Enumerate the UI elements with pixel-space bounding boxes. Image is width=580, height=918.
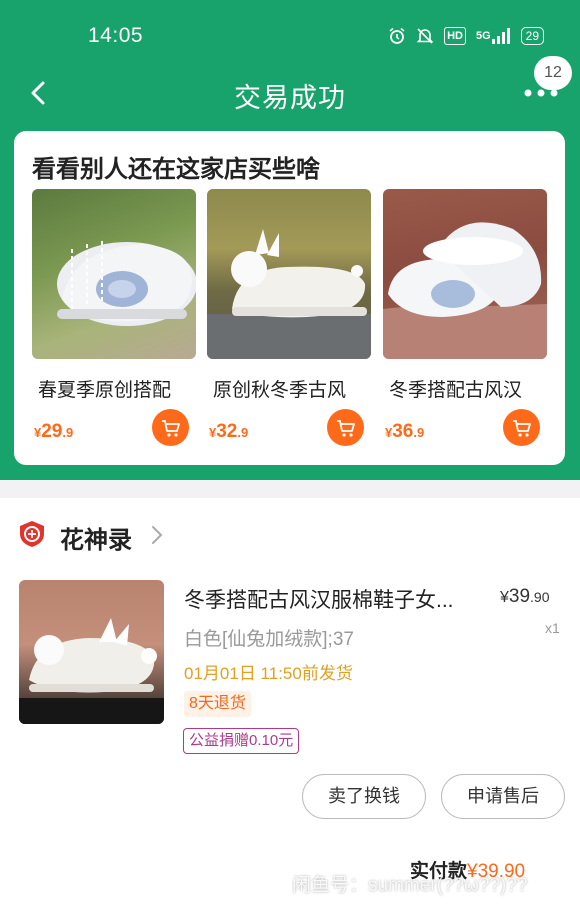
- mute-bell-icon: [416, 26, 434, 46]
- status-bar: 14:05 HD 5G 29: [0, 0, 580, 70]
- order-item-qty: x1: [545, 620, 560, 636]
- message-badge[interactable]: 12: [534, 56, 572, 90]
- status-icons: HD 5G 29: [388, 26, 544, 46]
- product-image[interactable]: [383, 189, 547, 359]
- order-item-spec: 白色[仙兔加绒款];37: [184, 629, 354, 650]
- shop-badge-icon: [19, 520, 45, 548]
- alarm-icon: [388, 26, 406, 46]
- price-int: 36: [392, 421, 414, 442]
- ship-deadline: 01月01日 11:50前发货: [184, 664, 353, 683]
- price-currency: ¥: [500, 589, 509, 606]
- signal-icon: 5G: [476, 26, 511, 46]
- nav-bar: 交易成功: [0, 64, 580, 122]
- price-dec: .9: [413, 425, 425, 440]
- charity-tag[interactable]: 公益捐赠0.10元: [183, 728, 300, 754]
- page-title: 交易成功: [234, 83, 346, 113]
- product-name: 冬季搭配古风汉: [389, 380, 523, 401]
- recommend-product[interactable]: 春夏季原创搭配 ¥29.9: [32, 189, 196, 453]
- after-sale-button[interactable]: 申请售后: [441, 774, 565, 819]
- product-name: 原创秋冬季古风: [213, 380, 347, 401]
- product-price: ¥36.9: [385, 421, 424, 443]
- price-dec: .90: [530, 589, 550, 605]
- order-card: 花神录 冬季搭配古风汉服棉鞋子女... ¥39.90 白色[仙兔加绒款];37 …: [0, 498, 580, 918]
- status-time: 14:05: [88, 24, 144, 47]
- price-int: 39: [508, 586, 531, 607]
- return-policy-tag: 8天退货: [184, 691, 251, 717]
- cart-icon: [161, 419, 180, 437]
- recommend-title: 看看别人还在这家店买些啥: [32, 156, 320, 183]
- product-price: ¥32.9: [209, 421, 248, 443]
- price-int: 32: [216, 421, 238, 442]
- cart-icon: [512, 419, 531, 437]
- recommend-card: 看看别人还在这家店买些啥 春夏季原创搭配 ¥29.9 原创秋冬季古风 ¥32.9…: [14, 131, 565, 465]
- watermark: 闲鱼号：summer(??ω??)??: [292, 875, 528, 896]
- shop-name[interactable]: 花神录: [60, 520, 132, 555]
- hd-badge: HD: [444, 27, 466, 45]
- cart-icon: [336, 419, 355, 437]
- order-item-price: ¥39.90: [500, 586, 550, 608]
- order-item-name[interactable]: 冬季搭配古风汉服棉鞋子女...: [184, 584, 454, 614]
- recommend-product[interactable]: 原创秋冬季古风 ¥32.9: [207, 189, 371, 453]
- price-dec: .9: [62, 425, 74, 440]
- add-to-cart-button[interactable]: [503, 409, 540, 446]
- product-name: 春夏季原创搭配: [38, 380, 172, 401]
- sell-button[interactable]: 卖了换钱: [302, 774, 426, 819]
- add-to-cart-button[interactable]: [327, 409, 364, 446]
- product-image[interactable]: [207, 189, 371, 359]
- product-image[interactable]: [32, 189, 196, 359]
- price-dec: .9: [237, 425, 249, 440]
- chevron-right-icon[interactable]: [150, 524, 164, 546]
- order-item-image[interactable]: [19, 580, 164, 724]
- battery-icon: 29: [520, 27, 544, 45]
- battery-level: 29: [525, 29, 539, 43]
- price-int: 29: [41, 421, 63, 442]
- network-type: 5G: [475, 30, 491, 42]
- add-to-cart-button[interactable]: [152, 409, 189, 446]
- recommend-product[interactable]: 冬季搭配古风汉 ¥36.9: [383, 189, 547, 453]
- product-price: ¥29.9: [34, 421, 73, 443]
